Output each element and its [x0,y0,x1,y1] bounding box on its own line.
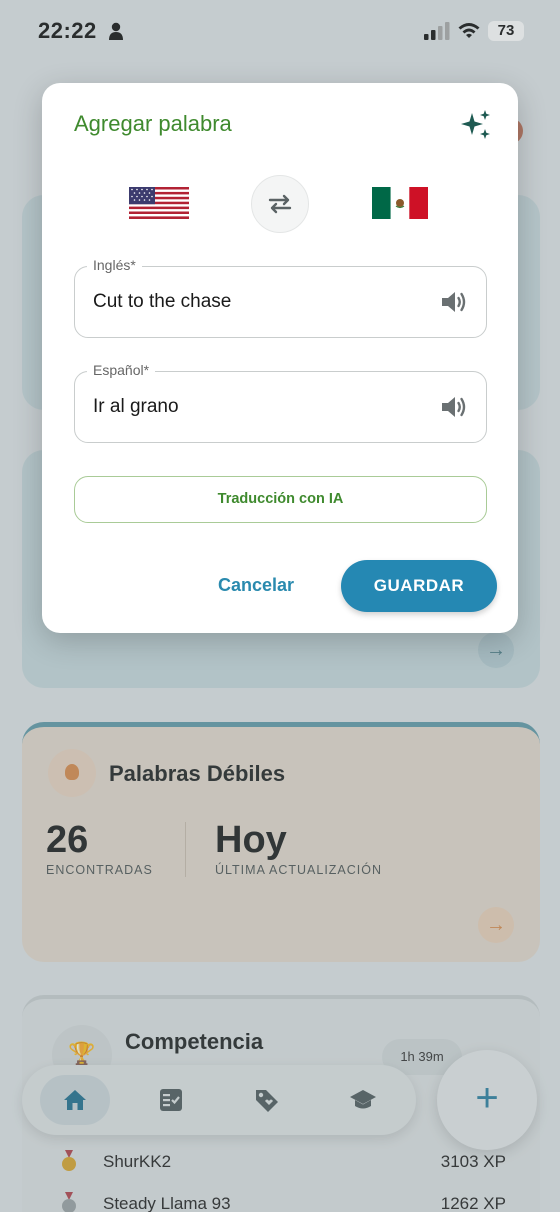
dialog-title: Agregar palabra [74,111,232,136]
save-button[interactable]: GUARDAR [341,560,497,612]
mexico-flag-icon [372,187,428,219]
english-field-value[interactable]: Cut to the chase [93,291,231,313]
english-field-label: Inglés* [87,257,142,273]
app-screen: 22:22 73 → Palabras Débiles 26 ENCONTRAD… [0,0,560,1212]
english-field[interactable]: Inglés* Cut to the chase [74,257,487,338]
spanish-field-label: Español* [87,362,156,378]
spanish-field-value[interactable]: Ir al grano [93,396,179,418]
swap-arrows-icon [268,194,292,214]
ai-translate-button[interactable]: Traducción con IA [74,476,487,523]
speaker-icon[interactable] [440,394,468,420]
spanish-field[interactable]: Español* Ir al grano [74,362,487,443]
sparkle-icon[interactable] [460,109,492,141]
cancel-button[interactable]: Cancelar [218,575,294,596]
us-flag-icon [129,187,189,219]
speaker-icon[interactable] [440,289,468,315]
add-word-dialog: Agregar palabra Inglés* Cut to the chase… [42,83,518,633]
swap-languages-button[interactable] [251,175,309,233]
